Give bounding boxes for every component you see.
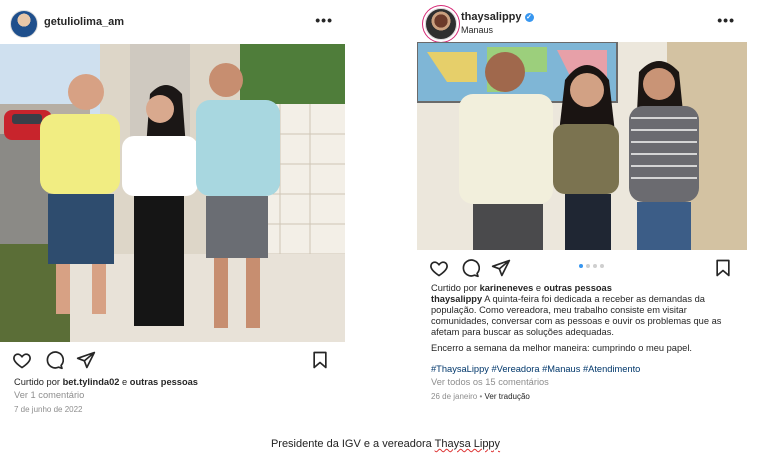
meta-separator: • [477,392,485,401]
post-date: 26 de janeiro [431,392,478,401]
comment-icon[interactable] [460,258,480,278]
likes-prefix: Curtido por [431,283,480,293]
caption-closing: Encerro a semana da melhor maneira: cump… [431,343,692,353]
heart-icon[interactable] [429,258,449,278]
post-photo-image [417,42,747,250]
post-date: 7 de junho de 2022 [14,405,83,414]
liked-user-link[interactable]: karineneves [480,283,534,293]
post-location[interactable]: Manaus [461,25,493,35]
post-actions [429,258,735,278]
figure-caption-name: Thaysa Lippy [434,438,501,450]
bookmark-icon[interactable] [713,258,733,278]
avatar[interactable] [10,10,38,38]
share-icon[interactable] [76,350,96,370]
post-meta: 26 de janeiro • Ver tradução [431,391,739,402]
instagram-post-right: thaysalippy ✓ Manaus ••• Curtido por kar… [417,0,747,410]
hashtags[interactable]: #ThaysaLippy #Vereadora #Manaus #Atendim… [431,364,739,375]
carousel-dot [600,264,604,268]
verified-icon: ✓ [524,13,534,22]
avatar[interactable] [425,8,457,40]
liked-user-link[interactable]: bet.tylinda02 [63,377,120,387]
post-photo-image [0,44,345,342]
post-header: getuliolima_am ••• [0,8,345,40]
carousel-dot [586,264,590,268]
post-photo[interactable] [417,42,747,250]
likes-line: Curtido por karineneves e outras pessoas [431,283,739,294]
post-actions [12,350,333,370]
caption-username[interactable]: thaysalippy [431,294,482,304]
post-caption: thaysalippy A quinta-feira foi dedicada … [431,294,739,338]
username-wrap: thaysalippy ✓ [461,11,534,23]
carousel-indicator [579,264,611,270]
instagram-post-left: getuliolima_am ••• Curtido por bet.tylin… [0,0,345,420]
liked-others-link[interactable]: outras pessoas [544,283,612,293]
more-options-icon[interactable]: ••• [315,12,333,28]
more-options-icon[interactable]: ••• [717,12,735,28]
username[interactable]: getuliolima_am [44,16,124,28]
post-header: thaysalippy ✓ Manaus ••• [417,8,747,40]
likes-connector: e [119,377,130,387]
view-comments-link[interactable]: Ver todos os 15 comentários [431,377,739,388]
carousel-dot [593,264,597,268]
likes-connector: e [533,283,544,293]
likes-line: Curtido por bet.tylinda02 e outras pesso… [14,377,337,388]
post-photo[interactable] [0,44,345,342]
carousel-dot [579,264,583,268]
figure-caption-prefix: Presidente da IGV e a vereadora [270,438,435,450]
comment-icon[interactable] [44,350,64,370]
share-icon[interactable] [491,258,511,278]
liked-others-link[interactable]: outras pessoas [130,377,198,387]
heart-icon[interactable] [12,350,32,370]
bookmark-icon[interactable] [310,350,330,370]
username[interactable]: thaysalippy [461,11,522,23]
translate-link[interactable]: Ver tradução [485,392,530,401]
likes-prefix: Curtido por [14,377,63,387]
view-comments-link[interactable]: Ver 1 comentário [14,390,337,401]
figure-caption: Presidente da IGV e a vereadora Thaysa L… [0,438,771,450]
